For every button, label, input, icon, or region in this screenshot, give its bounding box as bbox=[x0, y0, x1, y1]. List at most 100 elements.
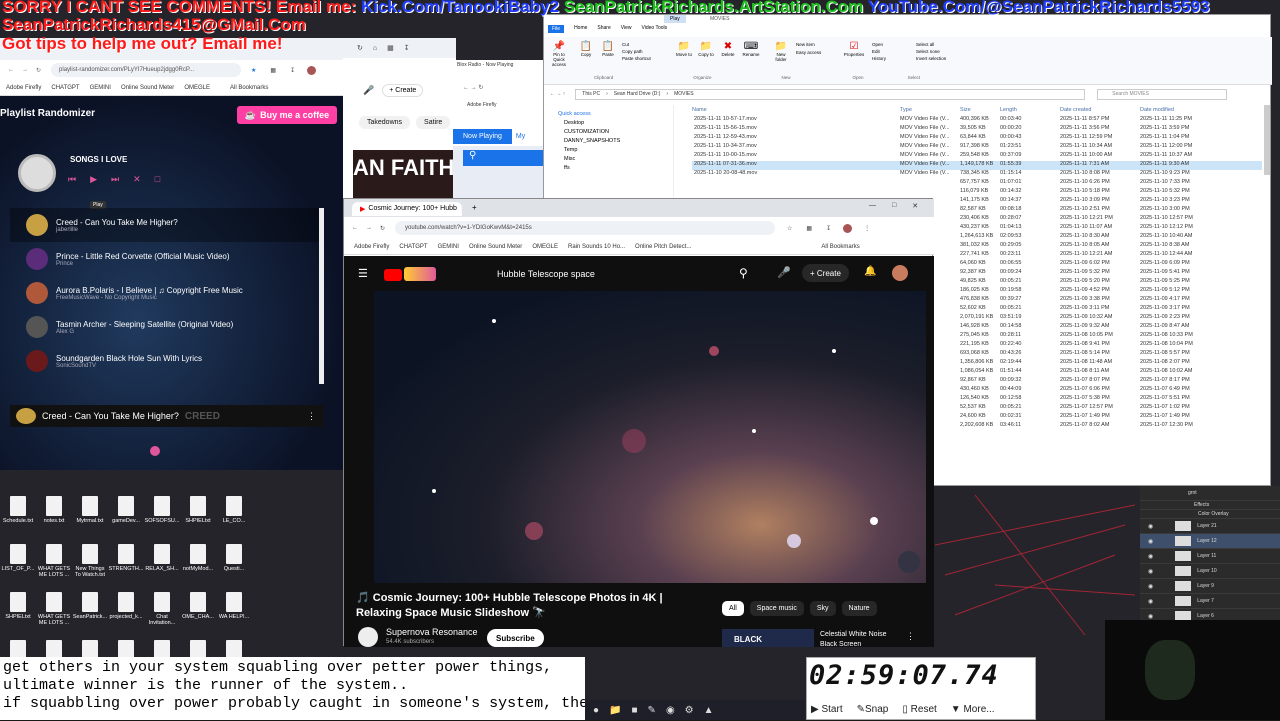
bookmark-item[interactable]: Online Sound Meter bbox=[121, 85, 174, 91]
new-item-button[interactable]: New item bbox=[796, 41, 821, 49]
visibility-icon[interactable]: ◉ bbox=[1148, 613, 1153, 620]
nav-item[interactable]: Quick access bbox=[544, 105, 673, 117]
url-field[interactable]: playlist-randomizer.com/PLyYI7Hueup2jdgg… bbox=[51, 63, 242, 77]
chip[interactable]: Space music bbox=[749, 601, 804, 616]
embedded-player[interactable]: Creed - Can You Take Me Higher? CREED ⋮ bbox=[10, 405, 324, 427]
easy-access-button[interactable]: Easy access bbox=[796, 49, 821, 57]
all-bookmarks[interactable]: All Bookmarks bbox=[821, 244, 859, 250]
more-button[interactable]: ▼ More... bbox=[951, 704, 995, 715]
copy-button[interactable]: 📋 Copy bbox=[578, 41, 594, 57]
bookmark-item[interactable]: GEMINI bbox=[90, 85, 111, 91]
recommendation-title[interactable]: Celestial White Noise bbox=[820, 631, 887, 638]
col-header[interactable]: Date modified bbox=[1140, 107, 1220, 116]
table-row[interactable]: 2025-11-11 15-56-15.mov MOV Video File (V… bbox=[692, 125, 1262, 134]
bookmark-item[interactable]: Online Pitch Detect... bbox=[635, 244, 691, 250]
download-icon[interactable]: ↧ bbox=[404, 44, 410, 52]
all-bookmarks[interactable]: All Bookmarks bbox=[230, 85, 268, 91]
ribbon-tab-file[interactable]: File bbox=[548, 25, 565, 33]
list-item[interactable]: Soundgarden Black Hole Sun With Lyrics So… bbox=[10, 344, 320, 378]
visibility-icon[interactable]: ◉ bbox=[1148, 523, 1153, 530]
back-icon[interactable]: ← bbox=[352, 225, 358, 231]
reload-icon[interactable]: ↻ bbox=[36, 67, 41, 74]
tab-my[interactable]: My bbox=[516, 133, 525, 140]
desktop-file-icon[interactable]: WA HELPI... bbox=[216, 592, 252, 626]
notifications-icon[interactable]: 🔔 bbox=[864, 266, 876, 277]
tab-title[interactable]: Blox Radio - Now Playing bbox=[457, 62, 513, 68]
video-thumbnail[interactable]: AN FAITH bbox=[353, 150, 456, 198]
snap-button[interactable]: ✎Snap bbox=[857, 704, 889, 715]
ribbon-tab[interactable]: View bbox=[621, 25, 632, 33]
desktop-file-icon[interactable]: Chat Invitation... bbox=[144, 592, 180, 626]
ribbon-tab[interactable]: Share bbox=[597, 25, 610, 33]
breadcrumb-item[interactable]: This PC bbox=[582, 91, 600, 97]
desktop-file-icon[interactable]: notMyMod... bbox=[180, 544, 216, 578]
search-input[interactable]: Search MOVIES bbox=[1097, 88, 1228, 100]
rename-button[interactable]: ⌨ Rename bbox=[742, 41, 760, 57]
buy-coffee-button[interactable]: ☕ Buy me a coffee bbox=[237, 106, 337, 124]
extensions-icon[interactable]: ▦ bbox=[806, 225, 812, 232]
chip[interactable]: Takedowns bbox=[359, 116, 411, 129]
new-folder-button[interactable]: 📁 New folder bbox=[772, 41, 790, 62]
visibility-icon[interactable]: ◉ bbox=[1148, 568, 1153, 575]
bookmark-item[interactable]: OMEGLE bbox=[532, 244, 558, 250]
nav-item[interactable]: ffs bbox=[544, 162, 673, 171]
layer-row[interactable]: ◉ Layer 11 bbox=[1140, 549, 1280, 564]
bookmark-item[interactable]: Adobe Firefly bbox=[467, 102, 496, 108]
col-header[interactable]: Date created bbox=[1060, 107, 1140, 116]
photoshop-icon[interactable]: ■ bbox=[632, 705, 638, 716]
select-none-button[interactable]: Select none bbox=[916, 48, 946, 55]
desktop-file-icon[interactable]: STRENGTH... bbox=[108, 544, 144, 578]
breadcrumb-item[interactable]: Sean Hard Drive (D:) bbox=[614, 91, 661, 97]
channel-watermark[interactable] bbox=[898, 551, 920, 573]
avatar[interactable] bbox=[892, 265, 908, 281]
list-item[interactable]: Prince - Little Red Corvette (Official M… bbox=[10, 242, 320, 276]
chip[interactable]: Nature bbox=[841, 601, 877, 616]
search-icon[interactable]: ⚲ bbox=[463, 150, 543, 166]
desktop-file-icon[interactable]: SeanPatrick... bbox=[72, 592, 108, 626]
more-icon[interactable]: ⋮ bbox=[307, 411, 316, 422]
list-item[interactable]: Aurora B.Polaris - I Believe | ♫ Copyrig… bbox=[10, 276, 320, 310]
bookmark-item[interactable]: Online Sound Meter bbox=[469, 244, 522, 250]
next-icon[interactable]: ⏭ bbox=[111, 174, 119, 185]
scrollbar[interactable] bbox=[1264, 105, 1270, 175]
desktop-file-icon[interactable]: Questi... bbox=[216, 544, 252, 578]
bookmark-item[interactable]: Adobe Firefly bbox=[6, 85, 41, 91]
notepad-icon[interactable]: ✎ bbox=[648, 705, 656, 716]
new-tab-button[interactable]: + bbox=[472, 203, 477, 212]
col-header[interactable]: Size bbox=[960, 107, 1000, 116]
visibility-icon[interactable]: ◉ bbox=[1148, 553, 1153, 560]
extensions-icon[interactable]: ▦ bbox=[270, 67, 276, 74]
desktop-file-icon[interactable]: LE_CO... bbox=[216, 496, 252, 524]
chip[interactable]: Satire bbox=[416, 116, 451, 129]
close-icon[interactable]: ✕ bbox=[461, 205, 462, 213]
chrome-icon[interactable]: ◉ bbox=[666, 705, 675, 716]
table-row[interactable]: 657,757 KB 01:07:01 2025-11-10 6:26 PM 2025… bbox=[692, 179, 1262, 188]
layer-row[interactable]: ◉ Layer 9 bbox=[1140, 579, 1280, 594]
select-all-button[interactable]: Select all bbox=[916, 41, 946, 48]
cut-button[interactable]: Cut bbox=[622, 41, 651, 48]
taskbar-icon[interactable]: ● bbox=[593, 705, 599, 716]
desktop-file-icon[interactable]: OME_CHA... bbox=[180, 592, 216, 626]
layer-group[interactable]: grnt bbox=[1140, 486, 1280, 501]
reset-button[interactable]: ▯ Reset bbox=[902, 704, 936, 715]
previous-icon[interactable]: ⏮ bbox=[68, 174, 76, 185]
video-player[interactable] bbox=[374, 291, 926, 583]
tab-now-playing[interactable]: Now Playing bbox=[453, 128, 512, 144]
avatar[interactable] bbox=[843, 223, 853, 233]
folder-icon[interactable]: 📁 bbox=[609, 705, 621, 716]
pin-button[interactable]: 📌 Pin to Quick access bbox=[548, 41, 570, 67]
col-header[interactable]: Name bbox=[692, 107, 900, 116]
channel-name[interactable]: Supernova Resonance bbox=[386, 627, 478, 637]
paste-shortcut-button[interactable]: Paste shortcut bbox=[622, 55, 651, 62]
move-to-button[interactable]: 📁 Move to bbox=[676, 41, 692, 57]
nav-arrows-icon[interactable]: ← → ↑ bbox=[550, 91, 565, 97]
shuffle-icon[interactable]: ✕ bbox=[133, 174, 141, 185]
download-icon[interactable]: ↧ bbox=[290, 67, 295, 74]
recommendation-subtitle[interactable]: Black Screen bbox=[820, 641, 861, 647]
create-button[interactable]: + Create bbox=[802, 264, 849, 282]
desktop-file-icon[interactable]: RELAX_SH... bbox=[144, 544, 180, 578]
ribbon-tab[interactable]: Video Tools bbox=[642, 25, 668, 33]
desktop-file-icon[interactable]: LIST_OF_P... bbox=[0, 544, 36, 578]
app-icon[interactable]: ▲ bbox=[704, 705, 714, 716]
copy-path-button[interactable]: Copy path bbox=[622, 48, 651, 55]
